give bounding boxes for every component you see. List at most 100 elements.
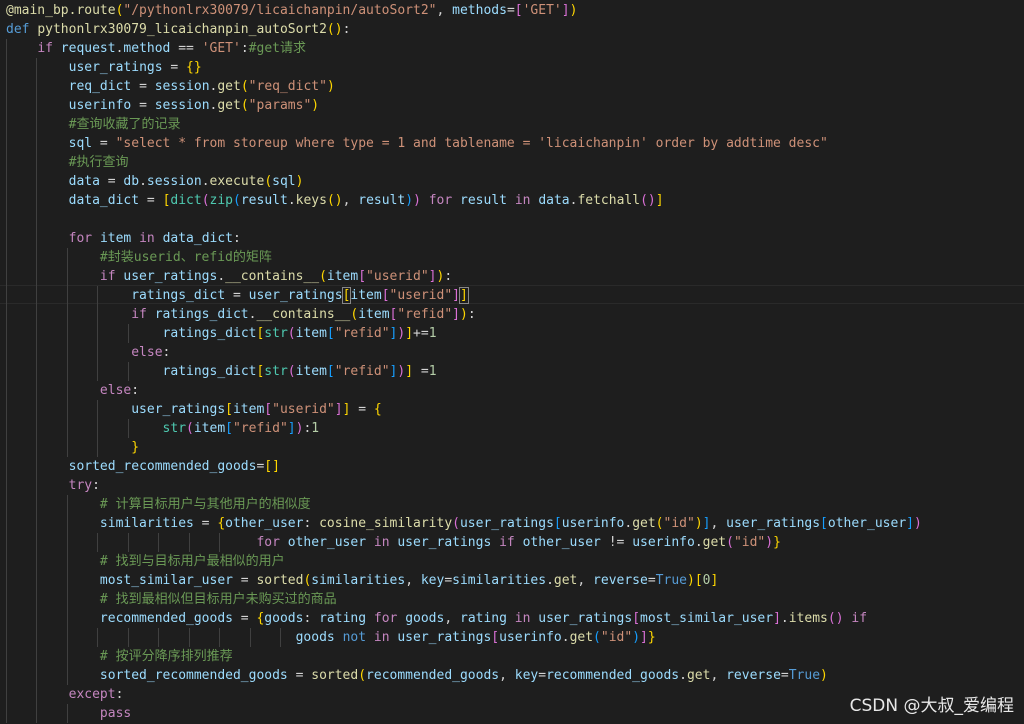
code-token: "id" [600,630,633,645]
code-line[interactable]: # 找到最相似但目标用户未购买过的商品 [6,590,337,609]
code-token: request [60,41,116,56]
code-line[interactable]: sorted_recommended_goods = sorted(recomm… [6,666,828,685]
code-token: item [358,307,390,322]
code-token: item [232,402,265,417]
code-token: ( [319,269,327,284]
code-line[interactable]: # 计算目标用户与其他用户的相似度 [6,495,311,514]
code-token: = [139,193,163,208]
code-token: sorted_recommended_goods [68,459,257,474]
code-line[interactable]: if ratings_dict.__contains__(item["refid… [6,305,475,324]
code-line[interactable]: user_ratings = {} [6,58,202,77]
code-line[interactable]: userinfo = session.get("params") [6,96,320,115]
code-line[interactable]: data = db.session.execute(sql) [6,172,304,191]
code-token: "refid" [233,421,288,436]
code-token: ] [561,3,570,18]
code-line[interactable]: for item in data_dict: [6,229,241,248]
code-token: item [326,269,359,284]
code-token: () [326,193,343,208]
code-line[interactable]: @main_bp.route("/pythonlrx30079/licaicha… [6,1,577,20]
code-token: recommended_goods [366,668,500,683]
code-line[interactable]: def pythonlrx30079_licaichanpin_autoSort… [6,20,350,39]
code-token: ] [428,269,437,284]
code-line[interactable]: else: [6,343,170,362]
code-line[interactable]: recommended_goods = {goods: rating for g… [6,609,867,628]
code-line[interactable]: ratings_dict[str(item["refid"])]+=1 [6,324,437,343]
code-token: else [131,345,163,360]
code-token: ( [186,421,194,436]
code-token: ] [405,326,414,341]
code-line[interactable]: #查询收藏了的记录 [6,115,181,134]
code-line[interactable]: #执行查询 [6,153,129,172]
code-token: [ [553,516,562,531]
code-line[interactable]: else: [6,381,139,400]
code-line[interactable]: goods not in user_ratings[userinfo.get("… [6,628,656,647]
code-token: except [68,687,116,702]
code-token: : [240,41,249,56]
code-token: , [444,611,460,626]
code-token: ratings_dict [162,326,257,341]
code-token: key [514,668,539,683]
code-token: ) [295,174,304,189]
code-token: #封装userid、refid的矩阵 [99,250,272,265]
code-token: str [162,421,187,436]
code-token: for [68,231,100,246]
code-token: [ [225,421,233,436]
code-token: ) [569,3,578,18]
code-line[interactable]: sql = "select * from storeup where type … [6,134,828,153]
code-token: key [420,573,445,588]
code-token: str [264,326,288,341]
code-line[interactable]: ratings_dict[str(item["refid"])] =1 [6,362,437,381]
code-line[interactable]: # 按评分降序排列推荐 [6,647,233,666]
code-line[interactable]: req_dict = session.get("req_dict") [6,77,335,96]
code-token: ( [593,630,601,645]
code-line[interactable]: data_dict = [dict(zip(result.keys(), res… [6,191,664,210]
code-token: result [358,193,406,208]
code-token: str [264,364,288,379]
code-token: ) [459,307,468,322]
code-line[interactable]: most_similar_user = sorted(similarities,… [6,571,718,590]
code-line[interactable]: similarities = {other_user: cosine_simil… [6,514,922,533]
code-token: = [99,174,124,189]
code-editor[interactable]: @main_bp.route ("/pythonlrx30079/licaicha… [0,0,1024,724]
code-line[interactable]: if request.method == 'GET':#get请求 [6,39,306,58]
code-token: user_ratings [726,516,821,531]
code-token: goods [295,630,335,645]
code-line[interactable]: except: [6,685,124,704]
code-token: () [827,611,844,626]
code-token: () [326,22,343,37]
code-line[interactable]: # 找到与目标用户最相似的用户 [6,552,285,571]
code-token: execute [209,174,265,189]
code-line[interactable]: if user_ratings.__contains__(item["useri… [6,267,452,286]
code-token: = [506,3,515,18]
code-line[interactable]: #封装userid、refid的矩阵 [6,248,272,267]
code-line[interactable]: try: [6,476,100,495]
code-line[interactable]: pass [6,704,131,723]
code-token: sorted [311,668,359,683]
code-token: data_dict [68,193,140,208]
code-token: , [577,573,594,588]
code-token: ) [694,516,703,531]
code-token: recommended_goods [99,611,233,626]
code-token: in [514,611,539,626]
code-token: @main_bp.route [6,3,116,18]
code-line[interactable]: str(item["refid"]):1 [6,419,320,438]
code-token: ( [287,364,296,379]
code-line[interactable]: } [6,438,139,457]
code-token: sorted_recommended_goods [99,668,288,683]
code-line[interactable]: ratings_dict = user_ratings[item["userid… [6,286,469,305]
code-line[interactable]: sorted_recommended_goods=[] [6,457,280,476]
code-line[interactable]: for other_user in user_ratings if other_… [6,533,780,552]
code-line[interactable]: user_ratings[item["userid"]] = { [6,400,381,419]
code-token: "id" [733,535,766,550]
code-token: #执行查询 [68,155,129,170]
code-token: = [287,668,312,683]
